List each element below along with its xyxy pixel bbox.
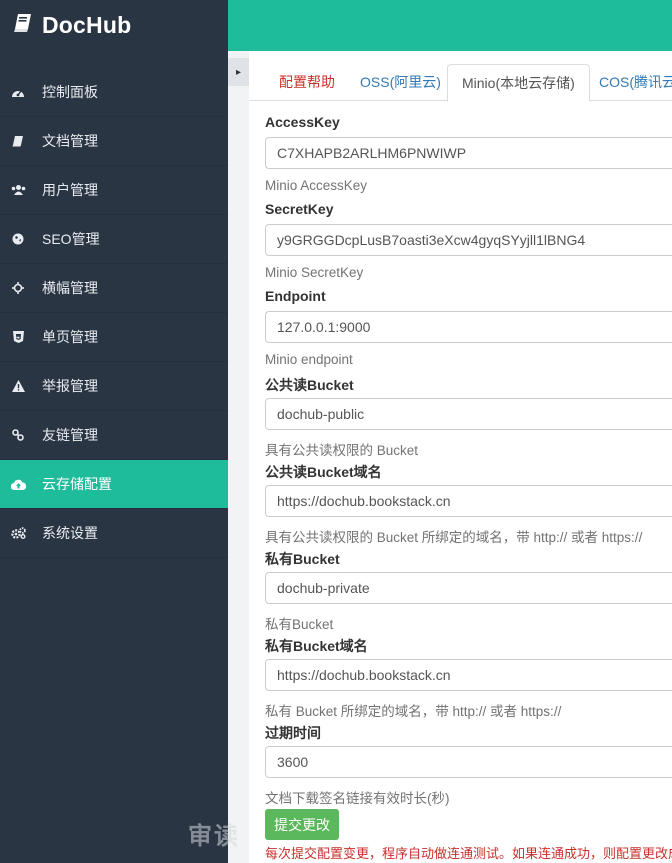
secret-key-input[interactable]: y9GRGGDcpLusB7oasti3eXcw4gyqSYyjll1lBNG4 <box>265 224 672 256</box>
field-label: SecretKey <box>265 201 334 217</box>
sidebar-toggle-strip <box>228 51 249 863</box>
field-hint: 私有 Bucket 所绑定的域名，带 http:// 或者 https:// <box>265 704 562 719</box>
public-bucket-domain-input[interactable]: https://dochub.bookstack.cn <box>265 485 672 517</box>
field-label: 私有Bucket <box>265 551 340 567</box>
book-icon <box>10 133 26 149</box>
connectivity-note: 每次提交配置变更，程序自动做连通测试。如果连通成功，则配置更改成功 <box>265 846 672 861</box>
field-hint: Minio SecretKey <box>265 265 364 280</box>
public-bucket-field: 公共读Bucket dochub-public 具有公共读权限的 Bucket <box>265 375 672 462</box>
sidebar-item-cloud-storage[interactable]: 云存储配置 <box>0 460 228 509</box>
cogs-icon <box>10 525 26 541</box>
link-icon <box>10 427 26 443</box>
top-bar <box>228 0 672 51</box>
private-bucket-domain-field: 私有Bucket域名 https://dochub.bookstack.cn 私… <box>265 636 672 723</box>
html5-icon <box>10 329 26 345</box>
sidebar-item-documents[interactable]: 文档管理 <box>0 117 228 166</box>
main-content: 配置帮助 OSS(阿里云) Minio(本地云存储) COS(腾讯云) Acce… <box>249 51 672 863</box>
public-bucket-input[interactable]: dochub-public <box>265 398 672 430</box>
sidebar-item-banners[interactable]: 横幅管理 <box>0 264 228 313</box>
secret-key-field: SecretKey y9GRGGDcpLusB7oasti3eXcw4gyqSY… <box>265 201 672 288</box>
book-icon <box>12 12 34 40</box>
users-icon <box>10 182 26 198</box>
access-key-input[interactable]: C7XHAPB2ARLHM6PNWIWP <box>265 137 672 169</box>
field-label: 公共读Bucket域名 <box>265 464 382 480</box>
tab-oss[interactable]: OSS(阿里云) <box>360 64 441 100</box>
submit-button[interactable]: 提交更改 <box>265 809 339 840</box>
sidebar-item-label: 单页管理 <box>42 329 98 345</box>
sidebar-item-label: 系统设置 <box>42 525 98 541</box>
field-hint: 具有公共读权限的 Bucket <box>265 443 419 458</box>
expiration-input[interactable]: 3600 <box>265 746 672 778</box>
sidebar-item-label: 用户管理 <box>42 182 98 198</box>
cloud-upload-icon <box>10 476 26 492</box>
sidebar-item-label: 文档管理 <box>42 133 98 149</box>
sidebar-item-label: 云存储配置 <box>42 476 112 492</box>
sidebar-item-label: 控制面板 <box>42 84 98 100</box>
dashboard-icon <box>10 84 26 100</box>
brand-name: DocHub <box>42 12 132 38</box>
access-key-field: AccessKey C7XHAPB2ARLHM6PNWIWP Minio Acc… <box>265 114 672 201</box>
field-label: AccessKey <box>265 114 340 130</box>
caret-right-icon: ▸ <box>235 66 242 78</box>
public-bucket-domain-field: 公共读Bucket域名 https://dochub.bookstack.cn … <box>265 462 672 549</box>
globe-icon <box>10 231 26 247</box>
private-bucket-input[interactable]: dochub-private <box>265 572 672 604</box>
field-label: 公共读Bucket <box>265 377 354 393</box>
field-label: Endpoint <box>265 288 326 304</box>
brand[interactable]: DocHub <box>0 0 228 51</box>
sidebar-item-label: SEO管理 <box>42 231 100 247</box>
storage-tabs: 配置帮助 OSS(阿里云) Minio(本地云存储) COS(腾讯云) <box>249 64 672 102</box>
sidebar-item-label: 举报管理 <box>42 378 98 394</box>
endpoint-field: Endpoint 127.0.0.1:9000 Minio endpoint <box>265 288 672 375</box>
field-hint: 具有公共读权限的 Bucket 所绑定的域名，带 http:// 或者 http… <box>265 530 643 545</box>
sidebar-item-label: 横幅管理 <box>42 280 98 296</box>
endpoint-input[interactable]: 127.0.0.1:9000 <box>265 311 672 343</box>
field-hint: 私有Bucket <box>265 617 334 632</box>
field-hint: Minio AccessKey <box>265 178 368 193</box>
field-hint: Minio endpoint <box>265 352 353 367</box>
sidebar-item-pages[interactable]: 单页管理 <box>0 313 228 362</box>
sidebar-item-label: 友链管理 <box>42 427 98 443</box>
sidebar-item-seo[interactable]: SEO管理 <box>0 215 228 264</box>
minio-config-form: AccessKey C7XHAPB2ARLHM6PNWIWP Minio Acc… <box>265 114 672 810</box>
private-bucket-domain-input[interactable]: https://dochub.bookstack.cn <box>265 659 672 691</box>
tab-cos[interactable]: COS(腾讯云) <box>599 64 672 100</box>
sidebar: DocHub 控制面板 文档管理 用户管理 SEO管理 横幅管理 单页管理 举报… <box>0 0 228 863</box>
private-bucket-field: 私有Bucket dochub-private 私有Bucket <box>265 549 672 636</box>
sidebar-item-links[interactable]: 友链管理 <box>0 411 228 460</box>
field-label: 私有Bucket域名 <box>265 638 368 654</box>
expiration-field: 过期时间 3600 文档下载签名链接有效时长(秒) <box>265 723 672 810</box>
sidebar-toggle-button[interactable]: ▸ <box>228 58 249 86</box>
sidebar-item-dashboard[interactable]: 控制面板 <box>0 68 228 117</box>
tab-config-help[interactable]: 配置帮助 <box>279 64 335 100</box>
sidebar-item-settings[interactable]: 系统设置 <box>0 509 228 558</box>
sidebar-item-users[interactable]: 用户管理 <box>0 166 228 215</box>
crosshair-icon <box>10 280 26 296</box>
sidebar-nav: 控制面板 文档管理 用户管理 SEO管理 横幅管理 单页管理 举报管理 友链管理… <box>0 68 228 558</box>
field-label: 过期时间 <box>265 725 321 741</box>
sidebar-item-reports[interactable]: 举报管理 <box>0 362 228 411</box>
field-hint: 文档下载签名链接有效时长(秒) <box>265 791 450 806</box>
warning-icon <box>10 378 26 394</box>
tab-minio[interactable]: Minio(本地云存储) <box>447 64 590 102</box>
